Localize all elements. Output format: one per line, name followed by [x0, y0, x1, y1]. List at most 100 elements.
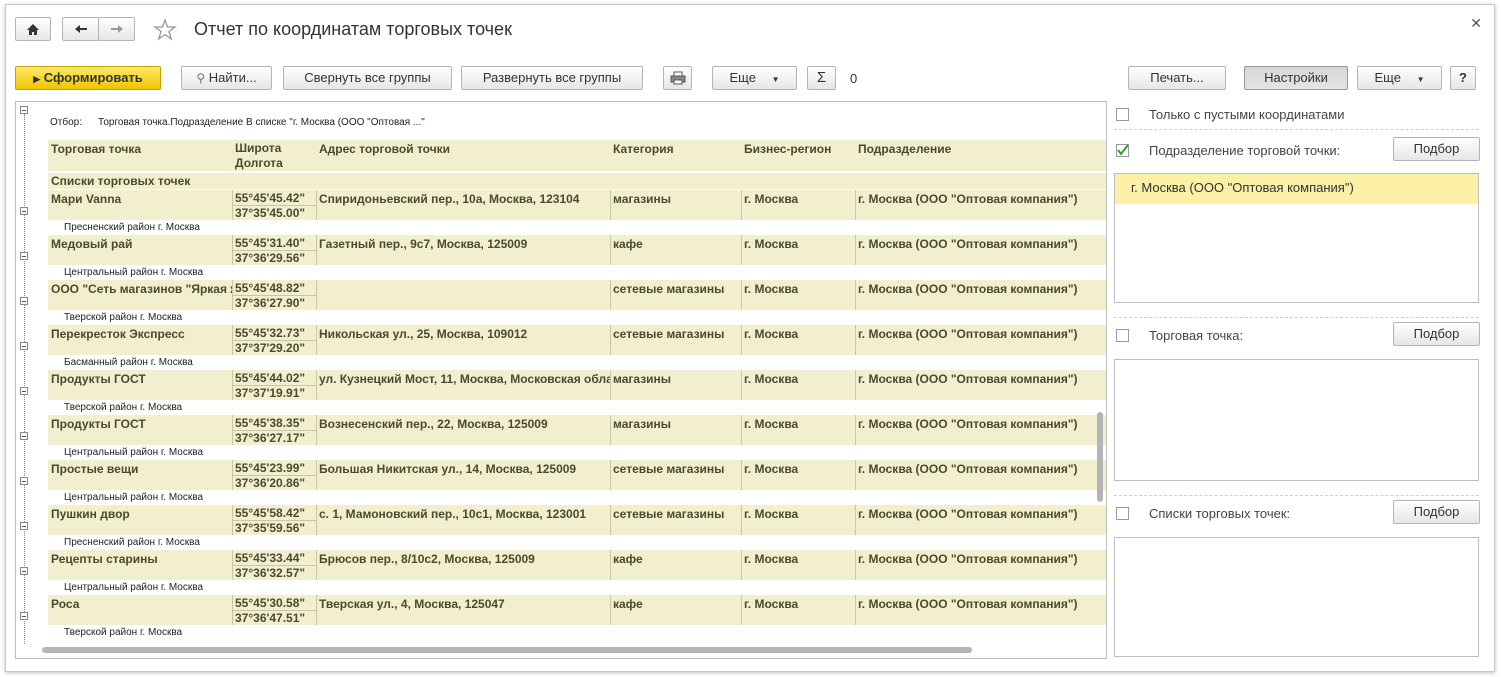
cell-category[interactable]: кафе: [610, 235, 741, 251]
cell-category[interactable]: сетевые магазины: [610, 505, 741, 521]
cell-lon[interactable]: 37°35'59.56": [232, 520, 316, 535]
cell-region[interactable]: г. Москва: [741, 550, 855, 566]
back-button[interactable]: [62, 17, 99, 41]
row-collapse-toggle[interactable]: [20, 297, 28, 305]
row-collapse-toggle[interactable]: [20, 342, 28, 350]
cell-name[interactable]: Мари Vanna: [48, 190, 232, 206]
help-button[interactable]: ?: [1450, 66, 1476, 90]
cell-lon[interactable]: 37°36'29.56": [232, 250, 316, 265]
row-collapse-toggle[interactable]: [20, 387, 28, 395]
forward-button[interactable]: [98, 17, 135, 41]
cell-category[interactable]: сетевые магазины: [610, 460, 741, 476]
cell-lon[interactable]: 37°36'27.17": [232, 430, 316, 445]
cell-lat[interactable]: 55°45'23.99": [232, 460, 316, 475]
cell-address[interactable]: Большая Никитская ул., 14, Москва, 12500…: [316, 460, 610, 476]
cell-address[interactable]: Никольская ул., 25, Москва, 109012: [316, 325, 610, 341]
settings-button[interactable]: Настройки: [1244, 66, 1348, 90]
cell-lat[interactable]: 55°45'48.82": [232, 280, 316, 295]
cell-name[interactable]: ООО "Сеть магазинов "Яркая ж: [48, 280, 232, 296]
cell-region[interactable]: г. Москва: [741, 505, 855, 521]
cell-lon[interactable]: 37°37'29.20": [232, 340, 316, 355]
more-button[interactable]: Еще ▼: [712, 66, 797, 90]
cell-region[interactable]: г. Москва: [741, 460, 855, 476]
cell-lat[interactable]: 55°45'33.44": [232, 550, 316, 565]
cell-division[interactable]: г. Москва (ООО "Оптовая компания"): [855, 415, 1106, 431]
cell-category[interactable]: сетевые магазины: [610, 325, 741, 341]
cell-division[interactable]: г. Москва (ООО "Оптовая компания"): [855, 550, 1106, 566]
cell-name[interactable]: Роса: [48, 595, 232, 611]
cell-lon[interactable]: 37°36'47.51": [232, 610, 316, 625]
cell-lat[interactable]: 55°45'44.02": [232, 370, 316, 385]
cell-address[interactable]: Спиридоньевский пер., 10а, Москва, 12310…: [316, 190, 610, 206]
division-checkbox[interactable]: [1116, 144, 1129, 157]
cell-category[interactable]: кафе: [610, 595, 741, 611]
cell-division[interactable]: г. Москва (ООО "Оптовая компания"): [855, 595, 1106, 611]
cell-lat[interactable]: 55°45'32.73": [232, 325, 316, 340]
cell-lon[interactable]: 37°36'32.57": [232, 565, 316, 580]
outlet-lists-list[interactable]: [1114, 537, 1479, 657]
more-right-button[interactable]: Еще ▼: [1357, 66, 1442, 90]
cell-region[interactable]: г. Москва: [741, 325, 855, 341]
cell-address[interactable]: Тверская ул., 4, Москва, 125047: [316, 595, 610, 611]
division-list[interactable]: г. Москва (ООО "Оптовая компания"): [1114, 173, 1479, 303]
cell-lon[interactable]: 37°36'20.86": [232, 475, 316, 490]
report-sheet[interactable]: Отбор: Торговая точка.Подразделение В сп…: [15, 101, 1107, 659]
cell-division[interactable]: г. Москва (ООО "Оптовая компания"): [855, 280, 1106, 296]
division-pick-button[interactable]: Подбор: [1393, 137, 1480, 161]
cell-address[interactable]: Вознесенский пер., 22, Москва, 125009: [316, 415, 610, 431]
outlet-list[interactable]: [1114, 359, 1479, 481]
find-button[interactable]: ⚲ Найти...: [181, 66, 272, 90]
outlet-lists-checkbox[interactable]: [1116, 507, 1129, 520]
row-collapse-toggle[interactable]: [20, 612, 28, 620]
row-collapse-toggle[interactable]: [20, 207, 28, 215]
row-collapse-toggle[interactable]: [20, 432, 28, 440]
cell-lon[interactable]: 37°36'27.90": [232, 295, 316, 310]
cell-lat[interactable]: 55°45'38.35": [232, 415, 316, 430]
cell-division[interactable]: г. Москва (ООО "Оптовая компания"): [855, 190, 1106, 206]
cell-division[interactable]: г. Москва (ООО "Оптовая компания"): [855, 325, 1106, 341]
cell-name[interactable]: Медовый рай: [48, 235, 232, 251]
cell-division[interactable]: г. Москва (ООО "Оптовая компания"): [855, 370, 1106, 386]
cell-category[interactable]: магазины: [610, 190, 741, 206]
cell-division[interactable]: г. Москва (ООО "Оптовая компания"): [855, 505, 1106, 521]
row-collapse-toggle[interactable]: [20, 252, 28, 260]
cell-region[interactable]: г. Москва: [741, 415, 855, 431]
cell-region[interactable]: г. Москва: [741, 280, 855, 296]
cell-name[interactable]: Простые вещи: [48, 460, 232, 476]
cell-lat[interactable]: 55°45'58.42": [232, 505, 316, 520]
cell-lon[interactable]: 37°37'19.91": [232, 385, 316, 400]
sum-button[interactable]: Σ: [807, 66, 836, 90]
cell-division[interactable]: г. Москва (ООО "Оптовая компания"): [855, 460, 1106, 476]
cell-name[interactable]: Продукты ГОСТ: [48, 415, 232, 431]
cell-category[interactable]: магазины: [610, 370, 741, 386]
cell-region[interactable]: г. Москва: [741, 235, 855, 251]
cell-lon[interactable]: 37°35'45.00": [232, 205, 316, 220]
vertical-scrollbar[interactable]: [1096, 112, 1104, 637]
cell-category[interactable]: сетевые магазины: [610, 280, 741, 296]
cell-lat[interactable]: 55°45'45.42": [232, 190, 316, 205]
horizontal-scrollbar[interactable]: [30, 646, 1090, 654]
cell-address[interactable]: Брюсов пер., 8/10с2, Москва, 125009: [316, 550, 610, 566]
cell-lat[interactable]: 55°45'31.40": [232, 235, 316, 250]
outlet-lists-pick-button[interactable]: Подбор: [1393, 500, 1480, 524]
collapse-toggle[interactable]: [20, 106, 28, 114]
outlet-checkbox[interactable]: [1116, 329, 1129, 342]
outlet-pick-button[interactable]: Подбор: [1393, 322, 1480, 346]
print-preview-button[interactable]: [663, 66, 692, 90]
print-button[interactable]: Печать...: [1128, 66, 1226, 90]
cell-address[interactable]: Газетный пер., 9с7, Москва, 125009: [316, 235, 610, 251]
row-collapse-toggle[interactable]: [20, 522, 28, 530]
expand-all-button[interactable]: Развернуть все группы: [461, 66, 643, 90]
close-icon[interactable]: ✕: [1470, 15, 1482, 32]
empty-coords-checkbox[interactable]: [1116, 108, 1129, 121]
star-icon[interactable]: [153, 18, 177, 42]
cell-name[interactable]: Пушкин двор: [48, 505, 232, 521]
cell-division[interactable]: г. Москва (ООО "Оптовая компания"): [855, 235, 1106, 251]
cell-category[interactable]: магазины: [610, 415, 741, 431]
cell-name[interactable]: Рецепты старины: [48, 550, 232, 566]
cell-name[interactable]: Перекресток Экспресс: [48, 325, 232, 341]
cell-region[interactable]: г. Москва: [741, 190, 855, 206]
row-collapse-toggle[interactable]: [20, 477, 28, 485]
cell-region[interactable]: г. Москва: [741, 370, 855, 386]
home-button[interactable]: [15, 17, 51, 41]
